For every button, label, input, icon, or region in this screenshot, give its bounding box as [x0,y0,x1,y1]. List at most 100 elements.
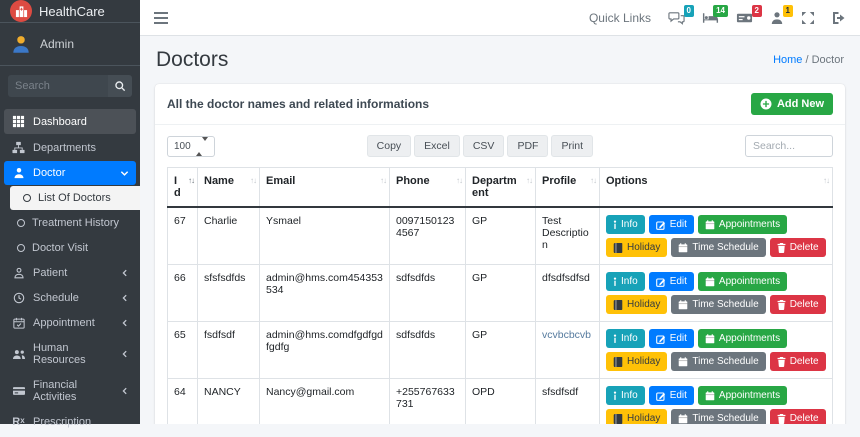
sidebar-item-label: Dashboard [33,116,87,128]
column-header-profile[interactable]: Profile↑↓ [536,168,600,208]
edit-icon [656,277,666,287]
edit-button[interactable]: Edit [649,215,694,234]
appointments-button[interactable]: Appointments [698,386,787,405]
print-button[interactable]: Print [551,135,593,157]
sidebar-search-input[interactable] [8,75,108,97]
holiday-button[interactable]: Holiday [606,409,667,424]
info-button[interactable]: Info [606,386,645,405]
sidebar-item-doctor-visit[interactable]: Doctor Visit [4,236,136,260]
info-button[interactable]: Info [606,272,645,291]
cell-email: admin@hms.comdfgdfgdfgdfg [260,322,390,379]
sidebar-item-human-resources[interactable]: Human Resources [4,336,136,372]
sidebar-item-dashboard[interactable]: Dashboard [4,109,136,134]
excel-button[interactable]: Excel [414,135,460,157]
edit-button[interactable]: Edit [649,272,694,291]
sort-icon: ↑↓ [526,176,532,185]
trash-icon [777,243,786,253]
delete-button[interactable]: Delete [770,352,826,371]
column-header-options[interactable]: Options↑↓ [600,168,833,208]
cell-phone: +255767633731 [390,379,466,425]
delete-button[interactable]: Delete [770,238,826,257]
table-row: 65 fsdfsdf admin@hms.comdfgdfgdfgdfg sdf… [168,322,833,379]
chevron-left-icon [121,319,129,327]
column-header-phone[interactable]: Phone↑↓ [390,168,466,208]
user-icon[interactable]: 1 [770,11,784,25]
sort-icon: ↑↓ [380,176,386,185]
calendar-icon [705,220,715,230]
sidebar-item-patient[interactable]: Patient [4,261,136,285]
column-header-email[interactable]: Email↑↓ [260,168,390,208]
brand[interactable]: HealthCare [0,0,140,23]
breadcrumb: Home / Doctor [773,54,844,66]
delete-button[interactable]: Delete [770,295,826,314]
time-schedule-button[interactable]: Time Schedule [671,352,765,371]
cell-options: Info Edit Appointments Holiday Time Sche… [600,265,833,322]
sidebar-item-label: Appointment [33,317,95,329]
add-new-button[interactable]: Add New [751,93,833,115]
appointments-button[interactable]: Appointments [698,215,787,234]
sidebar-item-schedule[interactable]: Schedule [4,286,136,310]
column-header-name[interactable]: Name↑↓ [198,168,260,208]
calendar-icon [678,357,688,367]
cell-profile: sfsdfsdf [536,379,600,425]
fullscreen-icon[interactable] [801,11,815,25]
row-actions: Info Edit Appointments Holiday Time Sche… [606,329,826,371]
sidebar-search [8,75,132,97]
billing-icon[interactable]: 2 [736,11,753,25]
user-panel[interactable]: Admin [0,23,140,66]
appointments-button[interactable]: Appointments [698,272,787,291]
cell-id: 65 [168,322,198,379]
select-spinner-icon [196,141,208,152]
table-search-input[interactable] [745,135,833,157]
doctors-table: Id↑↓ Name↑↓ Email↑↓ Phone↑↓ Department↑↓… [167,167,833,424]
column-header-id[interactable]: Id↑↓ [168,168,198,208]
add-new-label: Add New [777,98,824,110]
table-header-row: Id↑↓ Name↑↓ Email↑↓ Phone↑↓ Department↑↓… [168,168,833,208]
chevron-left-icon [121,350,129,358]
time-schedule-button[interactable]: Time Schedule [671,295,765,314]
edit-icon [656,220,666,230]
comments-icon[interactable]: 0 [668,11,685,25]
quick-links[interactable]: Quick Links [589,11,651,25]
hamburger-menu-icon[interactable] [154,9,168,27]
trash-icon [777,357,786,367]
page-length-select[interactable]: 100 [167,136,215,157]
edit-button[interactable]: Edit [649,386,694,405]
info-button[interactable]: Info [606,215,645,234]
pdf-button[interactable]: PDF [507,135,548,157]
cell-options: Info Edit Appointments Holiday Time Sche… [600,379,833,425]
bed-icon[interactable]: 14 [702,11,719,25]
edit-button[interactable]: Edit [649,329,694,348]
info-button[interactable]: Info [606,329,645,348]
holiday-button[interactable]: Holiday [606,238,667,257]
sidebar-item-prescription[interactable]: Rx Prescription [4,410,136,434]
breadcrumb-current: Doctor [812,54,844,66]
appointments-button[interactable]: Appointments [698,329,787,348]
info-icon [613,220,617,230]
delete-button[interactable]: Delete [770,409,826,424]
time-schedule-button[interactable]: Time Schedule [671,409,765,424]
copy-button[interactable]: Copy [367,135,412,157]
cell-department: GP [466,322,536,379]
sidebar-item-departments[interactable]: Departments [4,135,136,160]
csv-button[interactable]: CSV [463,135,505,157]
card-header: All the doctor names and related informa… [155,84,845,125]
sidebar-item-financial-activities[interactable]: Financial Activities [4,373,136,409]
sidebar-search-button[interactable] [108,75,132,97]
sidebar-item-appointment[interactable]: Appointment [4,311,136,335]
breadcrumb-home-link[interactable]: Home [773,54,802,66]
chevron-left-icon [121,269,129,277]
sidebar-item-doctor[interactable]: Doctor [4,161,136,185]
sidebar-item-treatment-history[interactable]: Treatment History [4,211,136,235]
holiday-button[interactable]: Holiday [606,295,667,314]
holiday-button[interactable]: Holiday [606,352,667,371]
time-schedule-button[interactable]: Time Schedule [671,238,765,257]
column-header-department[interactable]: Department↑↓ [466,168,536,208]
sign-out-icon[interactable] [832,11,846,25]
sidebar-item-list-of-doctors[interactable]: List Of Doctors [10,186,140,210]
circle-icon [17,244,25,252]
edit-icon [656,391,666,401]
cell-phone: sdfsdfds [390,322,466,379]
page-title: Doctors [156,48,228,72]
sort-icon: ↑↓ [250,176,256,185]
